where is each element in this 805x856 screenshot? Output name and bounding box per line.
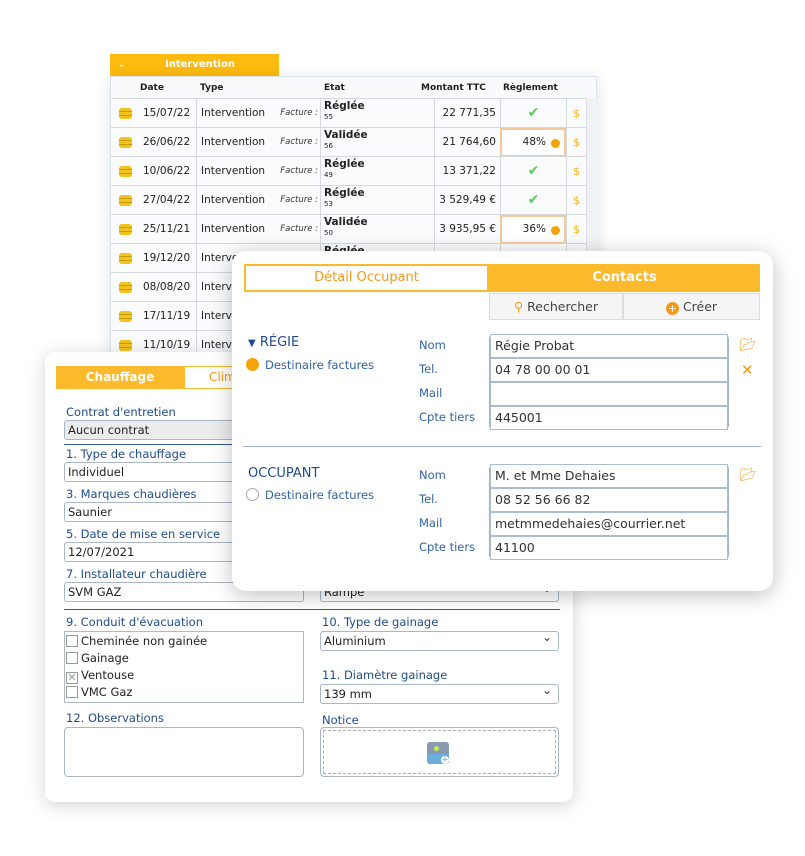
occupant-nom-field[interactable]: M. et Mme Dehaies <box>490 464 728 488</box>
pending-dot-icon <box>551 139 560 148</box>
table-row[interactable]: 26/06/22 Intervention Facture : Validée 56… <box>111 127 586 177</box>
occupant-cpte-label: Cpte tiers <box>419 540 476 554</box>
table-row[interactable]: 25/11/21 Intervention Facture : Validée 50… <box>111 214 586 244</box>
installateur-label: 7. Installateur chaudière <box>66 567 207 581</box>
col-type[interactable]: Type <box>200 83 223 93</box>
reglement-cell: ✔ <box>500 157 566 186</box>
occupant-cpte-field[interactable]: 41100 <box>490 536 728 560</box>
gainage-type-label: 10. Type de gainage <box>322 615 439 629</box>
occupant-mail-label: Mail <box>419 516 443 530</box>
payment-icon[interactable]: $ <box>566 128 586 157</box>
regie-title: ▼ RÉGIE <box>248 335 300 350</box>
conduit-option[interactable]: ✕ Ventouse <box>66 668 134 684</box>
image-add-icon: + <box>427 742 449 764</box>
coins-icon <box>119 311 132 322</box>
coins-icon <box>119 340 132 351</box>
regie-tel-field[interactable]: 04 78 00 00 01 <box>490 358 728 382</box>
checkbox[interactable] <box>66 635 78 647</box>
radio-icon <box>246 488 259 501</box>
coins-icon <box>119 224 132 235</box>
regie-nom-label: Nom <box>419 338 446 352</box>
occupant-destinataire[interactable]: Destinaire factures <box>246 488 374 502</box>
coins-icon <box>119 137 132 148</box>
conduit-option[interactable]: Cheminée non gainée <box>66 634 207 648</box>
tab-contacts[interactable]: Contacts <box>489 264 760 292</box>
notice-label: Notice <box>322 713 359 727</box>
regie-tel-label: Tel. <box>419 362 438 376</box>
coins-icon <box>119 282 132 293</box>
reglement-cell[interactable]: 36% <box>500 215 566 244</box>
check-icon: ✔ <box>527 105 540 121</box>
caret-down-icon: ▼ <box>248 338 256 349</box>
folder-open-icon[interactable]: 📂︎ <box>740 338 757 353</box>
reglement-cell: ✔ <box>500 186 566 215</box>
col-date[interactable]: Date <box>140 83 164 93</box>
check-icon: ✔ <box>527 192 540 208</box>
gainage-type-select[interactable]: Aluminium <box>320 628 559 651</box>
diametre-label: 11. Diamètre gainage <box>322 668 448 682</box>
search-button[interactable]: ⚲ Rechercher <box>489 293 623 320</box>
regie-nom-field[interactable]: Régie Probat <box>490 334 728 358</box>
checkbox[interactable]: ✕ <box>66 672 78 684</box>
table-row[interactable]: 15/07/22 Intervention Facture : Réglée 55 … <box>111 98 586 148</box>
folder-open-icon[interactable]: 📂︎ <box>740 468 757 483</box>
reglement-cell: ✔ <box>500 99 566 128</box>
occupant-tel-label: Tel. <box>419 492 438 506</box>
date-service-label: 5. Date de mise en service <box>66 527 221 541</box>
observations-label: 12. Observations <box>66 711 164 725</box>
table-row[interactable]: 27/04/22 Intervention Facture : Réglée 53 … <box>111 185 586 215</box>
observations-field[interactable] <box>64 727 304 777</box>
regie-cpte-label: Cpte tiers <box>419 410 476 424</box>
col-reglement[interactable]: Règlement <box>503 83 558 93</box>
tab-chauffage[interactable]: Chauffage <box>56 366 184 389</box>
regie-cpte-field[interactable]: 445001 <box>490 406 728 430</box>
type-chauffage-label: 1. Type de chauffage <box>66 447 187 461</box>
coins-icon <box>119 166 132 177</box>
regie-destinataire[interactable]: Destinaire factures <box>246 358 374 372</box>
table-row[interactable]: 10/06/22 Intervention Facture : Réglée 49 … <box>111 156 586 206</box>
pending-dot-icon <box>551 226 560 235</box>
marques-label: 3. Marques chaudières <box>66 487 197 501</box>
diametre-select[interactable]: 139 mm <box>320 681 559 704</box>
regie-mail-field[interactable] <box>490 382 728 406</box>
chevron-down-icon: ⌄ <box>118 60 126 70</box>
coins-icon <box>119 195 132 206</box>
occupant-mail-field[interactable]: metmmedehaies@courrier.net <box>490 512 728 536</box>
plus-circle-icon: + <box>665 302 679 315</box>
occupant-nom-label: Nom <box>419 468 446 482</box>
search-icon: ⚲ <box>514 299 528 314</box>
reglement-cell[interactable]: 48% <box>500 128 566 157</box>
regie-mail-label: Mail <box>419 386 443 400</box>
notice-dropzone[interactable]: + <box>323 730 556 774</box>
conduit-option[interactable]: VMC Gaz <box>66 685 132 699</box>
coins-icon <box>119 108 132 119</box>
occupant-title: OCCUPANT <box>248 466 320 481</box>
occupant-tel-field[interactable]: 08 52 56 66 82 <box>490 488 728 512</box>
close-icon[interactable]: ✕ <box>741 361 754 379</box>
payment-icon[interactable]: $ <box>566 157 586 186</box>
payment-icon[interactable]: $ <box>566 99 586 128</box>
coin-icon <box>246 358 259 371</box>
contrat-label: Contrat d'entretien <box>66 405 176 419</box>
checkbox[interactable] <box>66 652 78 664</box>
col-montant[interactable]: Montant TTC <box>421 83 486 93</box>
intervention-tab[interactable]: ⌄ Intervention <box>110 54 279 76</box>
check-icon: ✔ <box>527 163 540 179</box>
payment-icon[interactable]: $ <box>566 215 586 244</box>
col-etat[interactable]: Etat <box>324 83 345 93</box>
coins-icon <box>119 253 132 264</box>
conduit-label: 9. Conduit d'évacuation <box>66 615 204 629</box>
conduit-option[interactable]: Gainage <box>66 651 129 665</box>
create-button[interactable]: + Créer <box>623 293 760 320</box>
tab-detail-occupant[interactable]: Détail Occupant <box>244 264 489 292</box>
checkbox[interactable] <box>66 686 78 698</box>
payment-icon[interactable]: $ <box>566 186 586 215</box>
